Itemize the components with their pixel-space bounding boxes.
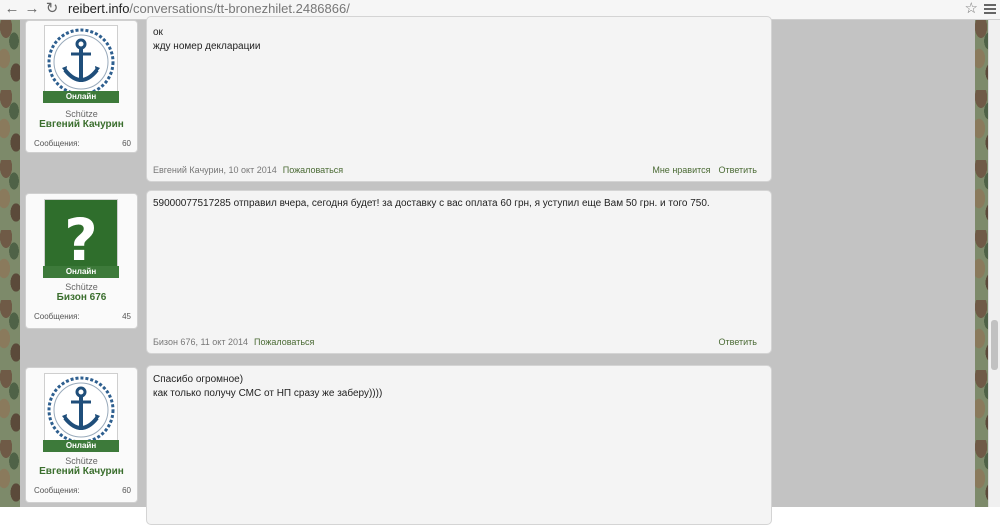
messages-label: Сообщения: bbox=[34, 139, 80, 148]
message-text: ок жду номер декларации bbox=[153, 27, 261, 52]
svg-text:?: ? bbox=[64, 206, 98, 272]
username-link[interactable]: Бизон 676 bbox=[26, 292, 137, 303]
user-panel: Онлайн Schütze Евгений Качурин Сообщения… bbox=[25, 20, 138, 153]
menu-icon[interactable] bbox=[984, 2, 996, 16]
author-date: Бизон 676, 11 окт 2014 bbox=[153, 337, 248, 347]
question-mark-avatar[interactable]: ? bbox=[44, 199, 118, 273]
messages-label: Сообщения: bbox=[34, 486, 80, 495]
message-meta: Бизон 676, 11 окт 2014 Пожаловаться bbox=[153, 337, 314, 347]
url-domain: reibert.info bbox=[68, 1, 130, 16]
bookmark-star-icon[interactable]: ☆ bbox=[965, 1, 978, 17]
anchor-avatar[interactable] bbox=[44, 373, 118, 447]
user-rank: Schütze bbox=[65, 456, 98, 466]
username-link[interactable]: Евгений Качурин bbox=[26, 119, 137, 130]
message-meta: Евгений Качурин, 10 окт 2014 Пожаловаться bbox=[153, 165, 343, 175]
online-badge: Онлайн bbox=[43, 440, 119, 452]
messages-label: Сообщения: bbox=[34, 312, 80, 321]
message-actions: Ответить bbox=[711, 337, 757, 347]
anchor-icon bbox=[47, 376, 115, 444]
user-rank: Schütze bbox=[65, 109, 98, 119]
user-panel: ? Онлайн Schütze Бизон 676 Сообщения: 45 bbox=[25, 193, 138, 329]
report-link[interactable]: Пожаловаться bbox=[283, 165, 343, 175]
anchor-avatar[interactable] bbox=[44, 25, 118, 99]
back-icon[interactable]: ← bbox=[4, 1, 20, 17]
like-link[interactable]: Мне нравится bbox=[652, 165, 710, 175]
message-body: Спасибо огромное) как только получу СМС … bbox=[146, 365, 772, 525]
user-panel: Онлайн Schütze Евгений Качурин Сообщения… bbox=[25, 367, 138, 503]
message-text: Спасибо огромное) как только получу СМС … bbox=[153, 374, 383, 399]
message-body: ок жду номер декларации Евгений Качурин,… bbox=[146, 16, 772, 182]
address-bar[interactable]: reibert.info/conversations/tt-bronezhile… bbox=[68, 1, 350, 17]
scrollbar-thumb[interactable] bbox=[991, 320, 998, 370]
message-actions: Мне нравится Ответить bbox=[644, 165, 757, 175]
online-badge: Онлайн bbox=[43, 91, 119, 103]
camo-background-left bbox=[0, 20, 20, 507]
messages-count: 60 bbox=[122, 486, 131, 495]
online-badge: Онлайн bbox=[43, 266, 119, 278]
scrollbar[interactable] bbox=[988, 20, 1000, 507]
messages-count: 45 bbox=[122, 312, 131, 321]
forward-icon[interactable]: → bbox=[24, 1, 40, 17]
message-text: 59000077517285 отправил вчера, сегодня б… bbox=[153, 198, 710, 209]
anchor-icon bbox=[47, 28, 115, 96]
question-mark-icon: ? bbox=[45, 200, 117, 272]
username-link[interactable]: Евгений Качурин bbox=[26, 466, 137, 477]
user-rank: Schütze bbox=[65, 282, 98, 292]
reply-link[interactable]: Ответить bbox=[719, 165, 757, 175]
messages-count: 60 bbox=[122, 139, 131, 148]
reload-icon[interactable]: ↻ bbox=[44, 1, 60, 17]
url-path: /conversations/tt-bronezhilet.2486866/ bbox=[129, 1, 350, 16]
message-body: 59000077517285 отправил вчера, сегодня б… bbox=[146, 190, 772, 354]
reply-link[interactable]: Ответить bbox=[719, 337, 757, 347]
report-link[interactable]: Пожаловаться bbox=[254, 337, 314, 347]
author-date: Евгений Качурин, 10 окт 2014 bbox=[153, 165, 277, 175]
